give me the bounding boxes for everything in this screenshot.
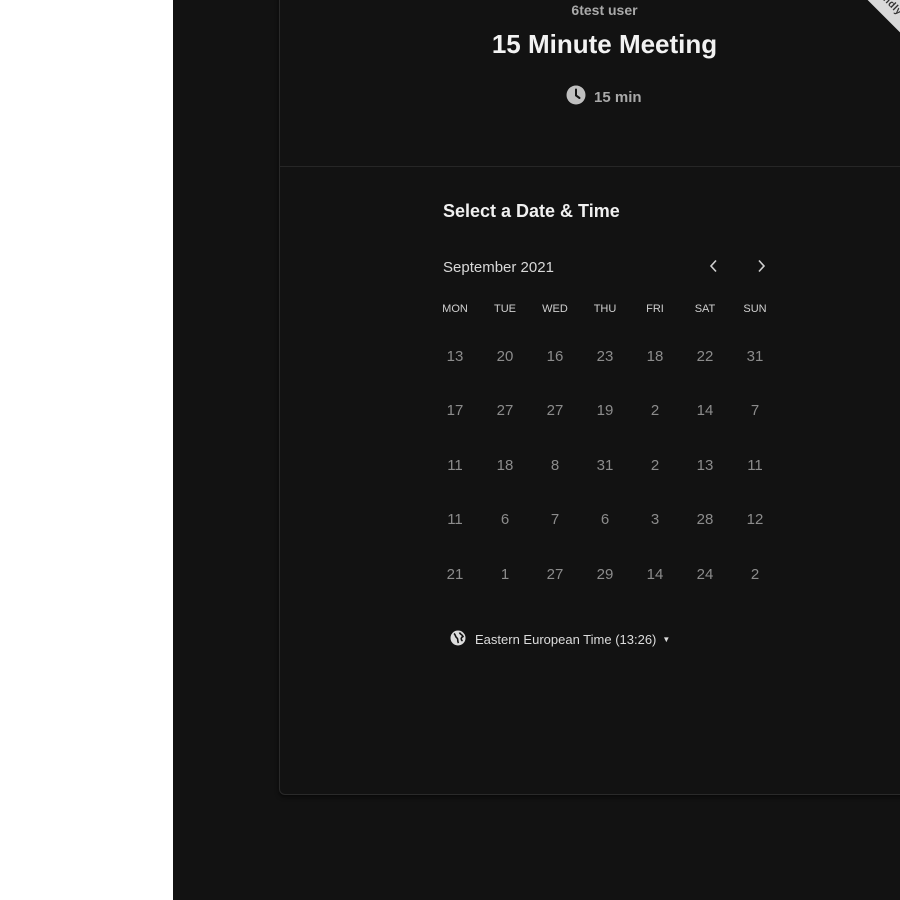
booking-card: 6test user 15 Minute Meeting 15 min Cale… — [279, 0, 900, 795]
calendar-day: 12 — [746, 511, 764, 529]
weekday-label: TUE — [494, 303, 516, 315]
timezone-selector[interactable]: Eastern European Time (13:26) ▼ — [450, 629, 670, 649]
calendar-day: 7 — [750, 402, 760, 420]
calendar-day: 2 — [750, 565, 760, 583]
calendar-day: 8 — [550, 456, 560, 474]
calendar-day: 23 — [596, 347, 614, 365]
weekday-label: FRI — [646, 303, 664, 315]
calendar-day: 22 — [696, 347, 714, 365]
calendar-day: 2 — [650, 456, 660, 474]
weekday-label: WED — [542, 303, 568, 315]
calendar-day: 19 — [596, 402, 614, 420]
calendar-day: 24 — [696, 565, 714, 583]
calendar-day: 6 — [500, 511, 510, 529]
calendar-day: 13 — [446, 347, 464, 365]
weekday-label: SUN — [743, 303, 767, 315]
calendar-day: 14 — [696, 402, 714, 420]
calendar-day: 14 — [646, 565, 664, 583]
calendar-day: 18 — [646, 347, 664, 365]
next-month-button[interactable] — [749, 256, 773, 280]
calendar-day: 13 — [696, 456, 714, 474]
caret-down-icon: ▼ — [662, 634, 671, 644]
calendar-day: 31 — [596, 456, 614, 474]
calendar-day: 28 — [696, 511, 714, 529]
section-title: Select a Date & Time — [443, 201, 620, 221]
duration-label: 15 min — [594, 88, 642, 106]
event-header: 6test user 15 Minute Meeting 15 min — [280, 0, 900, 167]
calendar-days-grid: 13 20 16 23 18 22 31 17 27 27 19 2 14 7 11 18 8 31 2 13 11 11… — [430, 329, 780, 602]
weekday-header: MON TUE WED THU FRI SAT SUN — [430, 301, 780, 317]
calendar-day: 1 — [500, 565, 510, 583]
calendar-day: 27 — [546, 402, 564, 420]
clock-icon — [566, 85, 586, 109]
chevron-left-icon — [709, 259, 719, 278]
host-name: 6test user — [571, 2, 638, 18]
calendar-day: 17 — [446, 402, 464, 420]
event-duration: 15 min — [566, 85, 642, 109]
calendar-day: 16 — [546, 347, 564, 365]
weekday-label: THU — [593, 303, 617, 315]
chevron-right-icon — [756, 259, 766, 278]
globe-icon — [450, 630, 466, 649]
calendar-day: 18 — [496, 456, 514, 474]
calendar-day: 27 — [496, 402, 514, 420]
previous-month-button[interactable] — [702, 256, 726, 280]
calendar-day: 21 — [446, 565, 464, 583]
calendar-day: 27 — [546, 565, 564, 583]
calendar-day: 11 — [747, 456, 763, 474]
event-title: 15 Minute Meeting — [491, 29, 718, 59]
calendar-day: 3 — [650, 511, 660, 529]
calendar-day: 20 — [496, 347, 514, 365]
weekday-label: MON — [442, 303, 468, 315]
calendar-day: 31 — [746, 347, 764, 365]
weekday-label: SAT — [694, 303, 716, 315]
timezone-label: Eastern European Time (13:26) — [475, 631, 657, 647]
calendar-day: 11 — [447, 511, 463, 529]
calendar-day: 11 — [447, 456, 463, 474]
month-label: September 2021 — [443, 259, 554, 276]
calendar-day: 29 — [596, 565, 614, 583]
calendar-day: 7 — [550, 511, 560, 529]
calendar-day: 6 — [600, 511, 610, 529]
calendar-day: 2 — [650, 402, 660, 420]
